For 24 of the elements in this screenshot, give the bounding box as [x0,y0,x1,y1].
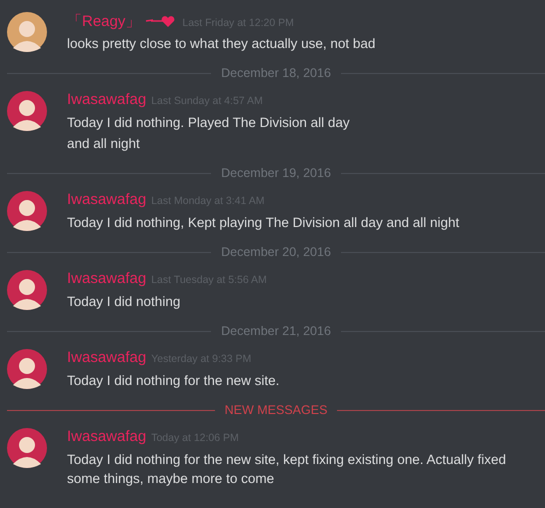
new-messages-label: NEW MESSAGES [224,403,328,417]
message-text: Today I did nothing for the new site. [67,372,280,390]
username[interactable]: Iwasawafag [67,428,146,445]
date-label: December 19, 2016 [221,166,331,180]
message-text: Today I did nothing for the new site, kept fixing existing one. Actually fixed some things, maybe more to come [67,451,508,488]
username[interactable]: Iwasawafag [67,349,146,366]
avatar[interactable] [7,270,47,310]
avatar[interactable] [7,191,47,231]
date-label: December 20, 2016 [221,245,331,259]
avatar[interactable] [7,12,47,52]
message-text: Today I did nothing [67,293,182,311]
message-text: Today I did nothing. Played The Division all day [67,114,350,132]
avatar[interactable] [7,428,47,468]
username[interactable]: Iwasawafag [67,270,146,287]
avatar[interactable] [7,91,47,131]
username[interactable]: Iwasawafag [67,191,146,208]
avatar[interactable] [7,349,47,389]
date-label: December 21, 2016 [221,324,331,338]
message-text: Today I did nothing, Kept playing The Division all day and all night [67,214,460,232]
message-text: and all night [67,135,141,153]
message-text: looks pretty close to what they actually use, not bad [67,35,376,53]
date-label: December 18, 2016 [221,66,331,80]
username[interactable]: Iwasawafag [67,91,146,108]
username[interactable]: 「Reagy」 [67,12,140,31]
